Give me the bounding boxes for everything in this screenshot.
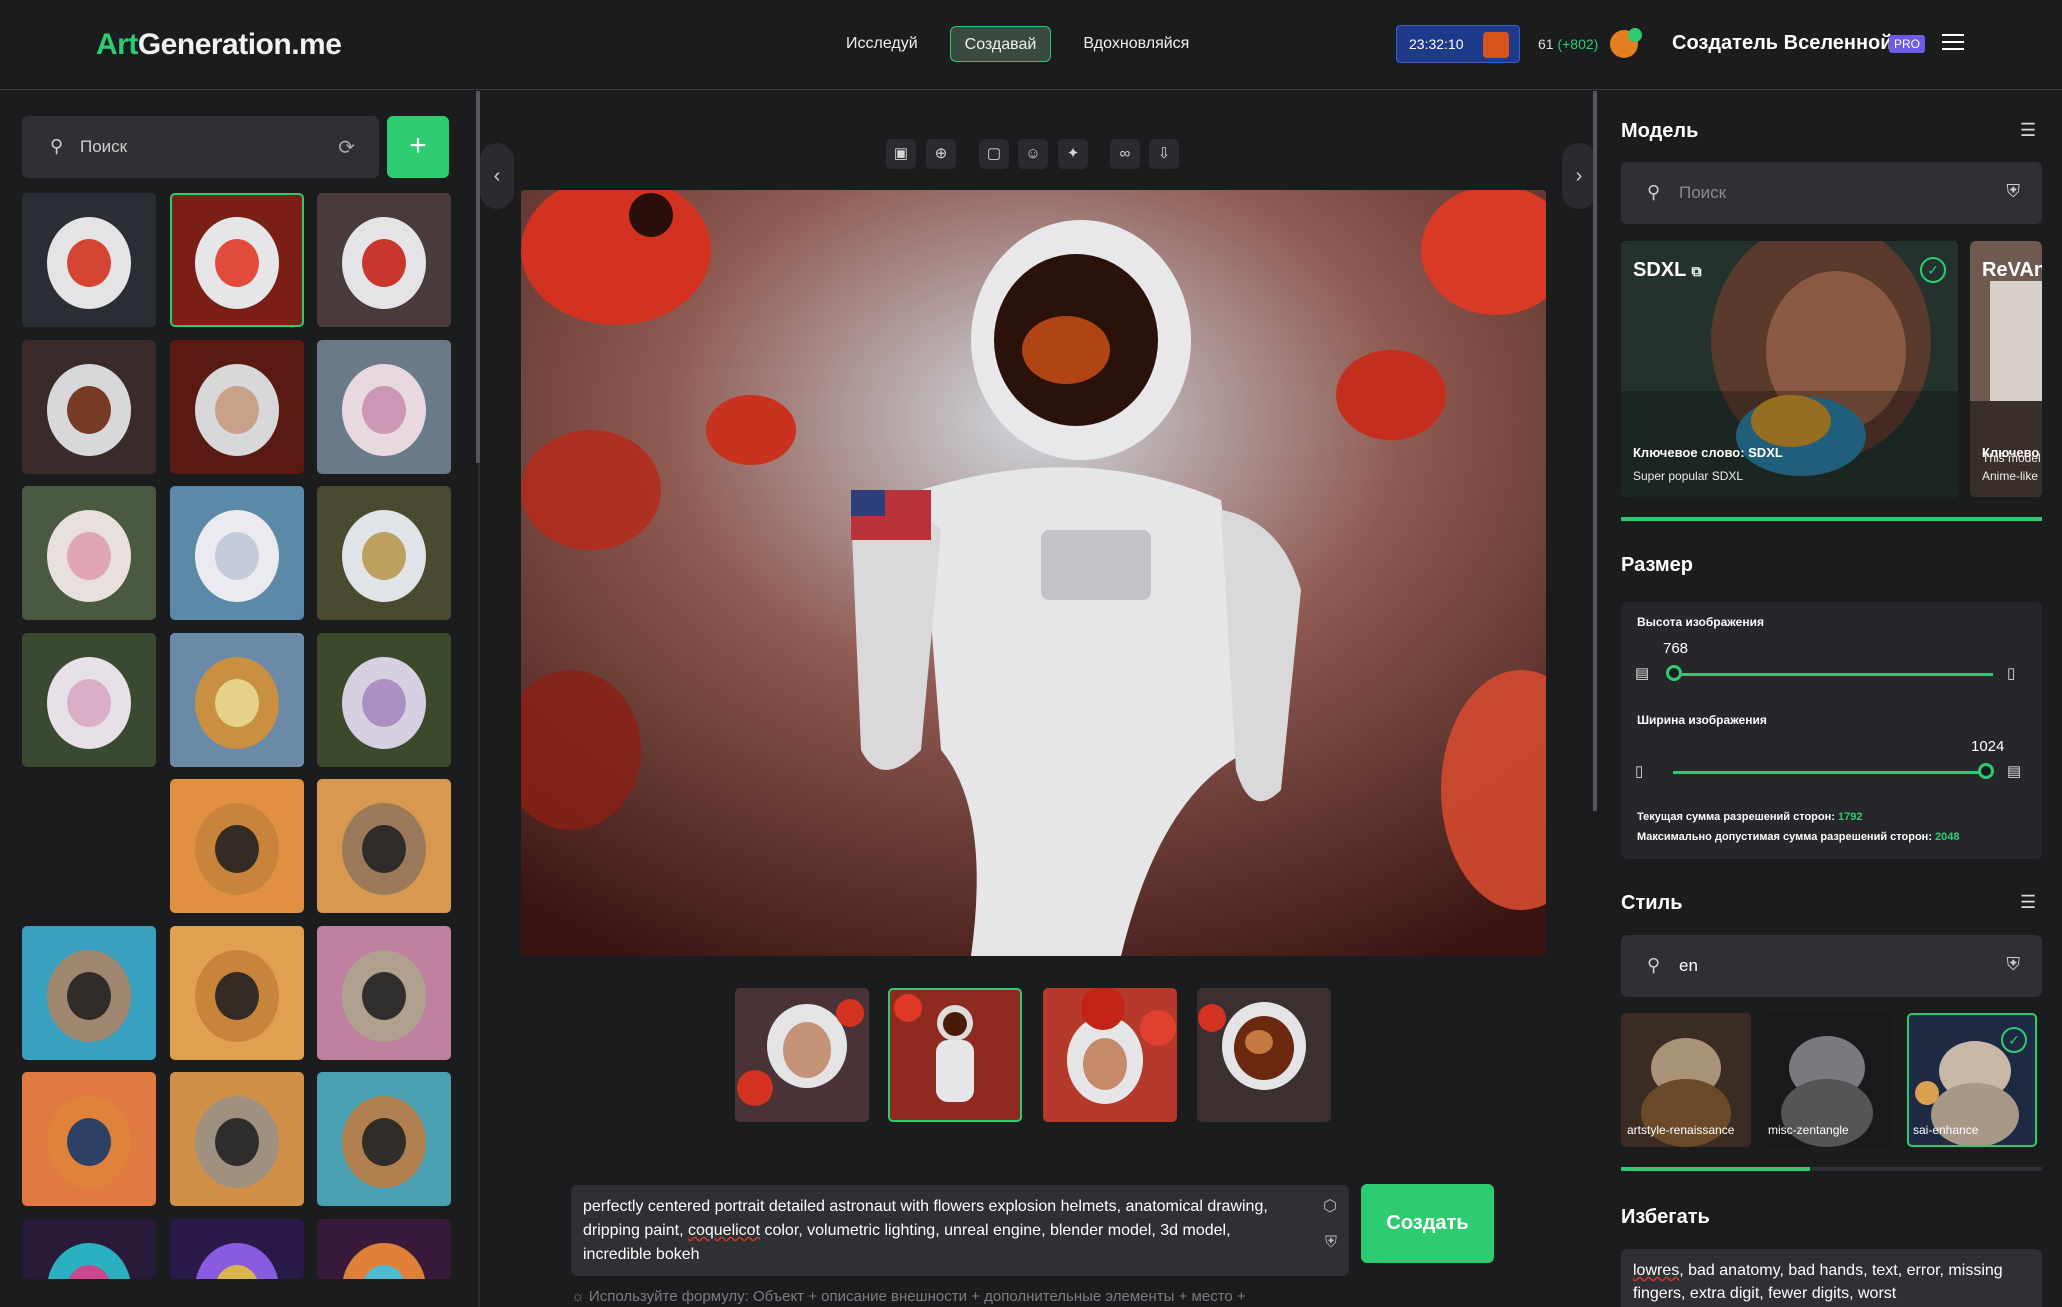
style-card[interactable]: artstyle-renaissance: [1621, 1013, 1751, 1147]
width-slider[interactable]: [1673, 771, 1993, 774]
nav-explore[interactable]: Исследуй: [832, 26, 932, 62]
history-thumbnail[interactable]: [22, 632, 156, 767]
username[interactable]: Создатель Вселенной: [1672, 32, 1893, 55]
negative-prompt-input[interactable]: lowres, bad anatomy, bad hands, text, er…: [1621, 1249, 2042, 1307]
result-thumbnail[interactable]: [1197, 988, 1331, 1122]
result-thumbnail[interactable]: [888, 988, 1022, 1122]
history-thumbnail[interactable]: [22, 193, 156, 327]
history-thumbnail[interactable]: [169, 779, 304, 914]
copy-icon[interactable]: ⧉: [1692, 263, 1702, 279]
refresh-icon[interactable]: ⟳: [338, 135, 355, 160]
prompt-hint: ☼ Используйте формулу: Объект + описание…: [571, 1288, 1246, 1305]
avoid-title: Избегать: [1621, 1206, 1710, 1228]
width-slider-handle[interactable]: [1978, 763, 1994, 779]
landscape-icon: ▤: [1635, 665, 1650, 682]
history-thumbnail[interactable]: [22, 1072, 156, 1207]
list-icon[interactable]: ☰: [2020, 120, 2036, 141]
face-icon[interactable]: ☺: [1018, 139, 1048, 169]
model-card-revanimated[interactable]: ReVAn Ключево This model Anime-like: [1970, 241, 2042, 497]
max-sum: Максимально допустимая сумма разрешений …: [1637, 831, 1960, 843]
search-icon: ⚲: [50, 136, 64, 156]
gift-icon: [1483, 32, 1509, 58]
logo[interactable]: ArtGeneration.me: [96, 28, 342, 62]
result-thumbnail[interactable]: [1043, 988, 1177, 1122]
history-thumbnail[interactable]: [317, 632, 452, 767]
history-thumbnail[interactable]: [169, 925, 304, 1060]
history-thumbnail[interactable]: [169, 193, 304, 327]
height-slider-handle[interactable]: [1666, 665, 1682, 681]
collapse-right-button[interactable]: ›: [1562, 143, 1596, 209]
history-thumbnail[interactable]: [317, 486, 452, 621]
history-thumbnail[interactable]: [169, 486, 304, 621]
portrait-icon: ▯: [1635, 763, 1644, 780]
history-thumbnail[interactable]: [169, 1218, 304, 1279]
style-search[interactable]: ⚲ en ⛨: [1621, 935, 2042, 997]
history-thumbnail[interactable]: [22, 925, 156, 1060]
hamburger-menu-icon[interactable]: [1942, 34, 1964, 52]
history-search[interactable]: ⚲ Поиск ⟳: [22, 116, 379, 178]
scrollbar[interactable]: [476, 91, 480, 463]
coin-add-icon[interactable]: [1610, 28, 1642, 58]
portrait-icon: ▯: [2007, 665, 2016, 682]
cube-icon[interactable]: ⬡: [1323, 1195, 1337, 1219]
history-thumbnail[interactable]: [317, 925, 452, 1060]
bonus-timer[interactable]: 23:32:10: [1396, 25, 1520, 63]
landscape-icon: ▤: [2007, 763, 2022, 780]
link-icon[interactable]: ∞: [1110, 139, 1140, 169]
current-sum: Текущая сумма разрешений сторон: 1792: [1637, 811, 1863, 823]
top-header: ArtGeneration.me Исследуй Создавай Вдохн…: [0, 0, 2062, 90]
model-title: Модель: [1621, 120, 1699, 142]
size-settings: Высота изображения 768 ▤ ▯ Ширина изобра…: [1621, 602, 2042, 859]
nav-create[interactable]: Создавай: [949, 26, 1052, 62]
add-button[interactable]: +: [387, 116, 449, 178]
add-circle-icon[interactable]: ⊕: [926, 139, 956, 169]
scrollbar[interactable]: [1593, 91, 1597, 811]
history-thumbnail[interactable]: [22, 1218, 156, 1279]
history-thumbnail[interactable]: [317, 339, 452, 474]
pro-badge: PRO: [1889, 35, 1926, 53]
model-scroll-progress[interactable]: [1621, 517, 2042, 521]
coin-balance: 61 (+802): [1538, 36, 1599, 52]
history-thumbnail[interactable]: [22, 486, 156, 621]
history-thumbnail[interactable]: [169, 1072, 304, 1207]
history-thumbnail[interactable]: [317, 1218, 452, 1279]
history-thumbnail[interactable]: [317, 779, 452, 914]
clear-filter-icon[interactable]: ⛨: [1325, 1231, 1337, 1255]
search-icon: ⚲: [1647, 182, 1661, 202]
download-icon[interactable]: ⇩: [1149, 139, 1179, 169]
clear-filter-icon[interactable]: ⛨: [2007, 954, 2021, 975]
main-image[interactable]: [521, 190, 1546, 956]
size-title: Размер: [1621, 554, 1694, 576]
clear-filter-icon[interactable]: ⛨: [2007, 181, 2021, 202]
nav-inspire[interactable]: Вдохновляйся: [1069, 26, 1203, 62]
prompt-input[interactable]: perfectly centered portrait detailed ast…: [571, 1185, 1349, 1276]
height-slider[interactable]: [1673, 673, 1993, 676]
create-button[interactable]: Создать: [1361, 1184, 1494, 1263]
check-icon: ✓: [1920, 257, 1946, 283]
history-thumbnail[interactable]: [169, 632, 304, 767]
style-card[interactable]: ✓ sai-enhance: [1907, 1013, 2037, 1147]
search-icon: ⚲: [1647, 955, 1661, 975]
result-thumbnail[interactable]: [735, 988, 869, 1122]
history-panel: ⚲ Поиск ⟳ +: [0, 91, 478, 1307]
check-icon: ✓: [2001, 1027, 2027, 1053]
model-card-sdxl[interactable]: SDXL ⧉ ✓ Ключевое слово: SDXL Super popu…: [1621, 241, 1958, 497]
crop-icon[interactable]: ▢: [979, 139, 1009, 169]
history-thumbnail[interactable]: [317, 1072, 452, 1207]
list-icon[interactable]: ☰: [2020, 892, 2036, 913]
magic-wand-icon[interactable]: ✦: [1058, 139, 1088, 169]
gallery-icon[interactable]: ▣: [886, 139, 916, 169]
main-nav: Исследуй Создавай Вдохновляйся: [832, 26, 1203, 62]
style-title: Стиль: [1621, 892, 1683, 914]
model-search[interactable]: ⚲ Поиск ⛨: [1621, 162, 2042, 224]
history-thumbnail[interactable]: [169, 339, 304, 474]
style-card[interactable]: misc-zentangle: [1762, 1013, 1892, 1147]
style-scroll-progress[interactable]: [1621, 1167, 2042, 1171]
history-thumbnail[interactable]: [22, 339, 156, 474]
history-thumbnail[interactable]: [317, 193, 452, 327]
collapse-left-button[interactable]: ‹: [480, 143, 514, 209]
